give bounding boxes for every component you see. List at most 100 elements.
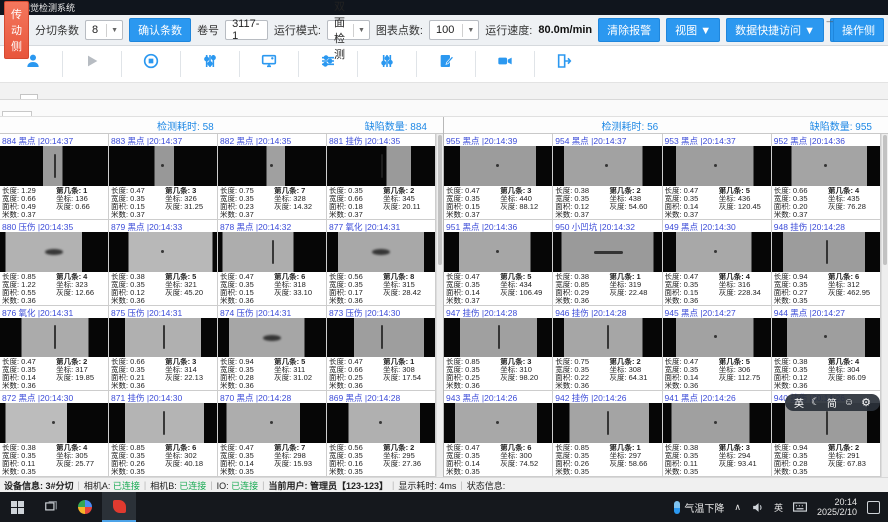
defect-meters: 米数: 0.35 <box>555 468 609 475</box>
lang-simplified-button[interactable]: 简 <box>827 395 837 410</box>
defect-cell[interactable]: 882 黑点 |20:14:35长度: 0.75宽度: 0.35面积: 0.23… <box>218 134 327 220</box>
notification-center-icon[interactable] <box>867 501 880 514</box>
defect-info-right: 第几条: 8坐标: 315灰度: 28.42 <box>383 273 433 304</box>
defect-cell[interactable]: 876 氧化 |20:14:31长度: 0.47宽度: 0.35面积: 0.14… <box>0 306 109 392</box>
defect-area: 面积: 0.14 <box>220 460 274 468</box>
scrollbar-thumb[interactable] <box>438 135 442 265</box>
defect-cell[interactable]: 948 挂伤 |20:14:28长度: 0.94宽度: 0.35面积: 0.27… <box>772 220 881 306</box>
subtab-1[interactable] <box>2 111 32 116</box>
defect-cell[interactable]: 945 黑点 |20:14:27长度: 0.47宽度: 0.35面积: 0.14… <box>663 306 772 392</box>
start-button[interactable] <box>0 492 34 522</box>
weather-widget[interactable]: 气温下降 <box>674 500 724 515</box>
tab-1[interactable] <box>2 94 20 99</box>
toolbar-button-play[interactable] <box>65 52 119 76</box>
tab-7[interactable] <box>110 94 128 99</box>
defect-cell[interactable]: 884 黑点 |20:14:37长度: 1.29宽度: 0.66面积: 0.49… <box>0 134 109 220</box>
defect-cell[interactable]: 946 挂伤 |20:14:28长度: 0.75宽度: 0.35面积: 0.22… <box>553 306 662 392</box>
defect-cell[interactable]: 880 压伤 |20:14:35长度: 0.85宽度: 1.22面积: 0.55… <box>0 220 109 306</box>
vertical-scrollbar[interactable] <box>881 134 888 477</box>
toolbar-button-slidersh[interactable] <box>301 52 355 76</box>
defect-cell[interactable]: 877 氧化 |20:14:31长度: 0.56宽度: 0.35面积: 0.17… <box>327 220 436 306</box>
tab-5[interactable] <box>74 94 92 99</box>
tab-3[interactable] <box>38 94 56 99</box>
defect-cell[interactable]: 941 黑点 |20:14:26长度: 0.38宽度: 0.35面积: 0.11… <box>663 391 772 477</box>
toolbar-button-slidersv[interactable] <box>360 52 414 76</box>
volume-icon[interactable] <box>751 501 764 514</box>
defect-cell[interactable]: 953 黑点 |20:14:37长度: 0.47宽度: 0.35面积: 0.14… <box>663 134 772 220</box>
browser-taskbar-icon[interactable] <box>68 492 102 522</box>
inspection-app-taskbar-icon[interactable] <box>102 492 136 522</box>
defect-cell[interactable]: 947 挂伤 |20:14:28长度: 0.85宽度: 0.35面积: 0.25… <box>444 306 553 392</box>
defect-cell[interactable]: 875 压伤 |20:14:31长度: 0.66宽度: 0.35面积: 0.21… <box>109 306 218 392</box>
touch-keyboard-icon[interactable] <box>793 501 807 513</box>
clear-alarm-button[interactable]: 清除报警 <box>598 18 660 42</box>
night-mode-moon-icon[interactable]: ☾ <box>811 397 820 408</box>
toolbar-button-exit[interactable] <box>537 52 591 76</box>
defect-cell[interactable]: 944 黑点 |20:14:27长度: 0.38宽度: 0.35面积: 0.12… <box>772 306 881 392</box>
language-toolbar[interactable]: 英 ☾ 简 ☺ ⚙ <box>785 394 880 411</box>
defect-cell[interactable]: 878 黑点 |20:14:32长度: 0.47宽度: 0.35面积: 0.15… <box>218 220 327 306</box>
scrollbar-thumb[interactable] <box>883 135 887 265</box>
defect-info: 长度: 0.94宽度: 0.35面积: 0.28米数: 0.35第几条: 2坐标… <box>772 443 880 476</box>
defect-info: 长度: 0.66宽度: 0.35面积: 0.20米数: 0.37第几条: 4坐标… <box>772 186 880 219</box>
task-view-button[interactable] <box>34 492 68 522</box>
defect-cell[interactable]: 872 黑点 |20:14:30长度: 0.38宽度: 0.35面积: 0.11… <box>0 391 109 477</box>
split-count-select[interactable]: 8 ▼ <box>85 20 123 40</box>
defect-cell[interactable]: 954 黑点 |20:14:37长度: 0.38宽度: 0.35面积: 0.12… <box>553 134 662 220</box>
defect-strip-index: 第几条: 1 <box>383 358 433 366</box>
subtab-3[interactable] <box>60 112 88 116</box>
defect-cell[interactable]: 949 黑点 |20:14:30长度: 0.47宽度: 0.35面积: 0.15… <box>663 220 772 306</box>
toolbar-button-log[interactable] <box>419 52 473 76</box>
defect-cell[interactable]: 950 小凹坑 |20:14:32长度: 0.38宽度: 0.85面积: 0.2… <box>553 220 662 306</box>
taskbar-clock[interactable]: 20:14 2025/2/10 <box>817 497 857 517</box>
face-icon[interactable]: ☺ <box>844 397 854 408</box>
tab-4[interactable] <box>56 94 74 99</box>
defect-cell[interactable]: 869 黑点 |20:14:28长度: 0.56宽度: 0.35面积: 0.16… <box>327 391 436 477</box>
defect-cell[interactable]: 879 黑点 |20:14:33长度: 0.38宽度: 0.35面积: 0.12… <box>109 220 218 306</box>
input-language-indicator[interactable]: 英 <box>774 501 783 514</box>
defect-area: 面积: 0.15 <box>665 289 719 297</box>
toolbar-divider <box>180 51 181 77</box>
split-count-label: 分切条数 <box>35 22 79 38</box>
defect-area: 面积: 0.49 <box>2 203 56 211</box>
defect-image <box>327 318 435 358</box>
defect-cell[interactable]: 871 挂伤 |20:14:30长度: 0.85宽度: 0.35面积: 0.26… <box>109 391 218 477</box>
status-label: IO: <box>217 481 232 491</box>
defect-cell[interactable]: 873 压伤 |20:14:30长度: 0.47宽度: 0.66面积: 0.25… <box>327 306 436 392</box>
tab-6[interactable] <box>92 94 110 99</box>
defect-mark <box>161 250 164 253</box>
gear-icon[interactable]: ⚙ <box>861 396 871 409</box>
tab-2[interactable] <box>20 94 38 99</box>
toolbar-button-camera[interactable] <box>478 52 532 76</box>
transmission-side-button[interactable]: 传动侧 <box>4 1 29 59</box>
view-menu-button[interactable]: 视图 ▼ <box>666 18 720 42</box>
tray-expand-chevron[interactable]: ∧ <box>734 502 741 513</box>
toolbar-button-tune[interactable] <box>183 52 237 76</box>
vertical-scrollbar[interactable] <box>436 134 443 477</box>
data-quick-access-menu-button[interactable]: 数据快捷访问 ▼ <box>726 18 824 42</box>
subtab-2[interactable] <box>32 112 60 116</box>
toolbar-button-stop[interactable] <box>124 52 178 76</box>
run-mode-select[interactable]: 双面检测 ▼ <box>327 20 370 40</box>
defect-cell[interactable]: 881 挂伤 |20:14:35长度: 0.35宽度: 0.66面积: 0.18… <box>327 134 436 220</box>
defect-cell[interactable]: 951 黑点 |20:14:36长度: 0.47宽度: 0.35面积: 0.14… <box>444 220 553 306</box>
defect-cell[interactable]: 942 挂伤 |20:14:26长度: 0.85宽度: 0.35面积: 0.26… <box>553 391 662 477</box>
defect-cell[interactable]: 883 黑点 |20:14:37长度: 0.47宽度: 0.35面积: 0.15… <box>109 134 218 220</box>
defect-cell[interactable]: 870 黑点 |20:14:28长度: 0.47宽度: 0.35面积: 0.14… <box>218 391 327 477</box>
status-value: 3#分切 <box>46 481 74 491</box>
defect-info-left: 长度: 0.47宽度: 0.35面积: 0.15米数: 0.37 <box>111 187 165 218</box>
defect-cell[interactable]: 952 黑点 |20:14:36长度: 0.66宽度: 0.35面积: 0.20… <box>772 134 881 220</box>
defect-cell[interactable]: 943 黑点 |20:14:26长度: 0.47宽度: 0.35面积: 0.14… <box>444 391 553 477</box>
operate-side-button[interactable]: 操作侧 <box>833 18 884 42</box>
defect-cell[interactable]: 955 黑点 |20:14:39长度: 0.47宽度: 0.35面积: 0.15… <box>444 134 553 220</box>
chart-points-select[interactable]: 100 ▼ <box>429 20 479 40</box>
defect-info-right: 第几条: 4坐标: 304灰度: 86.09 <box>828 358 878 389</box>
toolbar-button-monitor[interactable] <box>242 52 296 76</box>
defect-cell[interactable]: 874 压伤 |20:14:31长度: 0.94宽度: 0.35面积: 0.28… <box>218 306 327 392</box>
subtab-4[interactable] <box>88 112 116 116</box>
defect-info-left: 长度: 0.94宽度: 0.35面积: 0.28米数: 0.36 <box>220 358 274 389</box>
defect-area: 面积: 0.29 <box>555 289 609 297</box>
roll-number-input[interactable]: 3117-1 <box>225 20 268 40</box>
confirm-count-button[interactable]: 确认条数 <box>129 18 191 42</box>
lang-english-button[interactable]: 英 <box>794 395 804 410</box>
